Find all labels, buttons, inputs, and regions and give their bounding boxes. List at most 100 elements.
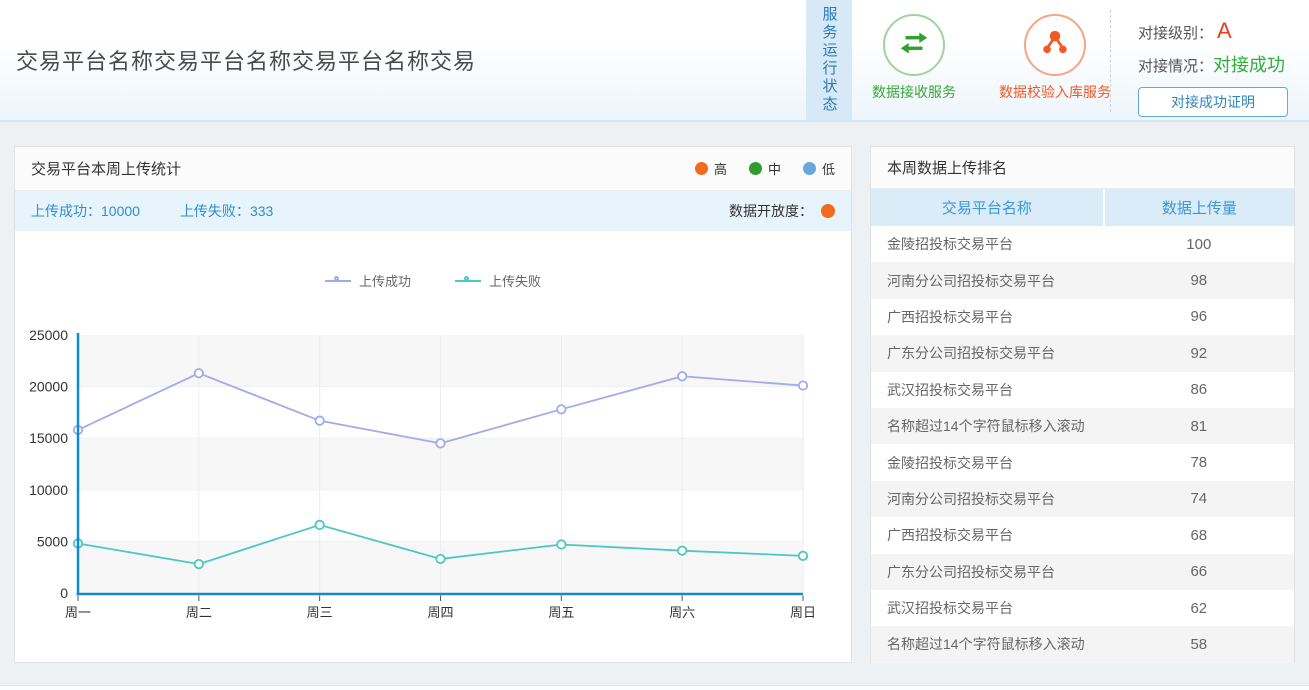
platform-name-cell[interactable]: 河南分公司招投标交易平台 <box>871 481 1104 517</box>
ranking-panel-title: 本周数据上传排名 <box>887 157 1007 178</box>
service-data-receive: 数据接收服务 <box>858 14 970 102</box>
ranking-panel: 本周数据上传排名 交易平台名称 数据上传量 金陵招投标交易平台100河南分公司招… <box>870 146 1295 663</box>
upload-amount-cell: 96 <box>1104 299 1294 335</box>
chart-legend-item-0[interactable]: 上传成功 <box>325 271 411 290</box>
upload-amount-cell: 92 <box>1104 335 1294 371</box>
svg-text:0: 0 <box>60 585 68 601</box>
chart-legend-label: 上传失败 <box>489 271 541 290</box>
data-openness-dot-icon <box>821 204 835 218</box>
svg-text:10000: 10000 <box>29 482 68 498</box>
severity-legend-low: 低 <box>803 159 835 178</box>
upload-chart-area: 上传成功上传失败 0500010000150002000025000周一周二周三… <box>15 231 851 662</box>
column-platform-name: 交易平台名称 <box>871 189 1104 226</box>
severity-legend-high-label: 高 <box>714 159 727 178</box>
data-validate-service-label: 数据校验入库服务 <box>999 82 1111 102</box>
upload-amount-cell: 81 <box>1104 408 1294 444</box>
upload-fail-stat: 上传失败：333 <box>180 201 273 221</box>
header: 交易平台名称交易平台名称交易平台名称交易 服务运行状态 数据接收服务 <box>0 0 1309 122</box>
svg-text:周五: 周五 <box>548 605 574 620</box>
share-node-icon <box>1036 24 1074 67</box>
severity-legend-medium: 中 <box>749 159 781 178</box>
table-row[interactable]: 广东分公司招投标交易平台92 <box>871 335 1294 371</box>
platform-name-cell[interactable]: 广东分公司招投标交易平台 <box>871 554 1104 590</box>
service-data-validate: 数据校验入库服务 <box>980 14 1130 102</box>
data-validate-service-button[interactable] <box>1024 14 1086 76</box>
docking-cert-button[interactable]: 对接成功证明 <box>1138 87 1288 117</box>
ranking-panel-header: 本周数据上传排名 <box>871 147 1294 189</box>
svg-text:15000: 15000 <box>29 430 68 446</box>
upload-fail-label: 上传失败： <box>180 203 250 219</box>
upload-amount-cell: 58 <box>1104 626 1294 662</box>
line-marker-icon <box>455 280 481 282</box>
platform-name-cell[interactable]: 河南分公司招投标交易平台 <box>871 262 1104 298</box>
docking-info: 对接级别： A 对接情况： 对接成功 对接成功证明 <box>1138 18 1296 117</box>
table-row[interactable]: 金陵招投标交易平台78 <box>871 444 1294 480</box>
upload-amount-cell: 78 <box>1104 444 1294 480</box>
upload-success-label: 上传成功： <box>31 203 101 219</box>
docking-status-value: 对接成功 <box>1213 51 1285 77</box>
svg-text:周日: 周日 <box>790 605 816 620</box>
data-receive-service-button[interactable] <box>883 14 945 76</box>
table-row[interactable]: 金陵招投标交易平台100 <box>871 226 1294 262</box>
svg-text:周二: 周二 <box>186 605 212 620</box>
upload-amount-cell: 86 <box>1104 372 1294 408</box>
table-row[interactable]: 武汉招投标交易平台86 <box>871 372 1294 408</box>
platform-name-cell[interactable]: 广东分公司招投标交易平台 <box>871 335 1104 371</box>
upload-success-stat: 上传成功：10000 <box>31 201 140 221</box>
platform-name-cell[interactable]: 武汉招投标交易平台 <box>871 372 1104 408</box>
table-row[interactable]: 名称超过14个字符鼠标移入滚动58 <box>871 626 1294 662</box>
platform-name-cell[interactable]: 广西招投标交易平台 <box>871 517 1104 553</box>
upload-amount-cell: 66 <box>1104 554 1294 590</box>
table-row[interactable]: 广西招投标交易平台96 <box>871 299 1294 335</box>
upload-stats-panel-title: 交易平台本周上传统计 <box>31 158 181 179</box>
svg-text:周一: 周一 <box>65 605 91 620</box>
table-row[interactable]: 武汉招投标交易平台62 <box>871 590 1294 626</box>
chart-legend-item-1[interactable]: 上传失败 <box>455 271 541 290</box>
upload-stats-panel: 交易平台本周上传统计 高 中 低 上传成功：10000 <box>14 146 852 663</box>
table-row[interactable]: 河南分公司招投标交易平台74 <box>871 481 1294 517</box>
table-row[interactable]: 广西招投标交易平台68 <box>871 517 1294 553</box>
data-receive-service-label: 数据接收服务 <box>872 82 956 102</box>
docking-status-row: 对接情况： 对接成功 <box>1138 51 1296 77</box>
ranking-table: 交易平台名称 数据上传量 金陵招投标交易平台100河南分公司招投标交易平台98广… <box>871 189 1294 663</box>
upload-amount-cell: 98 <box>1104 262 1294 298</box>
platform-name-cell[interactable]: 金陵招投标交易平台 <box>871 444 1104 480</box>
chart-legend: 上传成功 上传失败 <box>15 271 851 290</box>
footer-strip <box>0 685 1309 690</box>
upload-amount-cell: 62 <box>1104 590 1294 626</box>
platform-name-cell[interactable]: 武汉招投标交易平台 <box>871 590 1104 626</box>
line-marker-icon <box>325 280 351 282</box>
severity-legend-medium-label: 中 <box>768 159 781 178</box>
severity-legend: 高 中 低 <box>695 159 835 178</box>
platform-name-cell[interactable]: 名称超过14个字符鼠标移入滚动 <box>871 626 1104 662</box>
svg-text:25000: 25000 <box>29 327 68 343</box>
platform-name-cell[interactable]: 金陵招投标交易平台 <box>871 226 1104 262</box>
table-row[interactable]: 河南分公司招投标交易平台98 <box>871 262 1294 298</box>
header-divider <box>1110 10 1111 112</box>
high-dot-icon <box>695 162 708 175</box>
upload-fail-value: 333 <box>250 203 273 219</box>
tab-service-run-status[interactable]: 服务运行状态 <box>806 0 852 120</box>
upload-statbar: 上传成功：10000 上传失败：333 数据开放度： <box>15 191 851 231</box>
upload-success-value: 10000 <box>101 203 140 219</box>
upload-amount-cell: 74 <box>1104 481 1294 517</box>
dashboard-page: 交易平台名称交易平台名称交易平台名称交易 服务运行状态 数据接收服务 <box>0 0 1309 690</box>
service-status-group: 数据接收服务 数据校验入库服务 <box>858 14 1130 102</box>
table-row[interactable]: 名称超过14个字符鼠标移入滚动81 <box>871 408 1294 444</box>
svg-text:5000: 5000 <box>37 533 68 549</box>
tab-service-run-status-label: 服务运行状态 <box>819 6 840 114</box>
platform-name-cell[interactable]: 广西招投标交易平台 <box>871 299 1104 335</box>
docking-status-label: 对接情况： <box>1138 55 1213 76</box>
column-upload-amount: 数据上传量 <box>1104 189 1294 226</box>
low-dot-icon <box>803 162 816 175</box>
platform-name-cell[interactable]: 名称超过14个字符鼠标移入滚动 <box>871 408 1104 444</box>
docking-level-row: 对接级别： A <box>1138 18 1296 44</box>
upload-amount-cell: 100 <box>1104 226 1294 262</box>
severity-legend-low-label: 低 <box>822 159 835 178</box>
table-row[interactable]: 广东分公司招投标交易平台66 <box>871 554 1294 590</box>
docking-level-label: 对接级别： <box>1138 22 1213 43</box>
severity-legend-high: 高 <box>695 159 727 178</box>
upload-line-chart: 0500010000150002000025000周一周二周三周四周五周六周日 <box>15 231 851 662</box>
svg-text:20000: 20000 <box>29 379 68 395</box>
upload-counts: 上传成功：10000 上传失败：333 <box>31 201 273 221</box>
